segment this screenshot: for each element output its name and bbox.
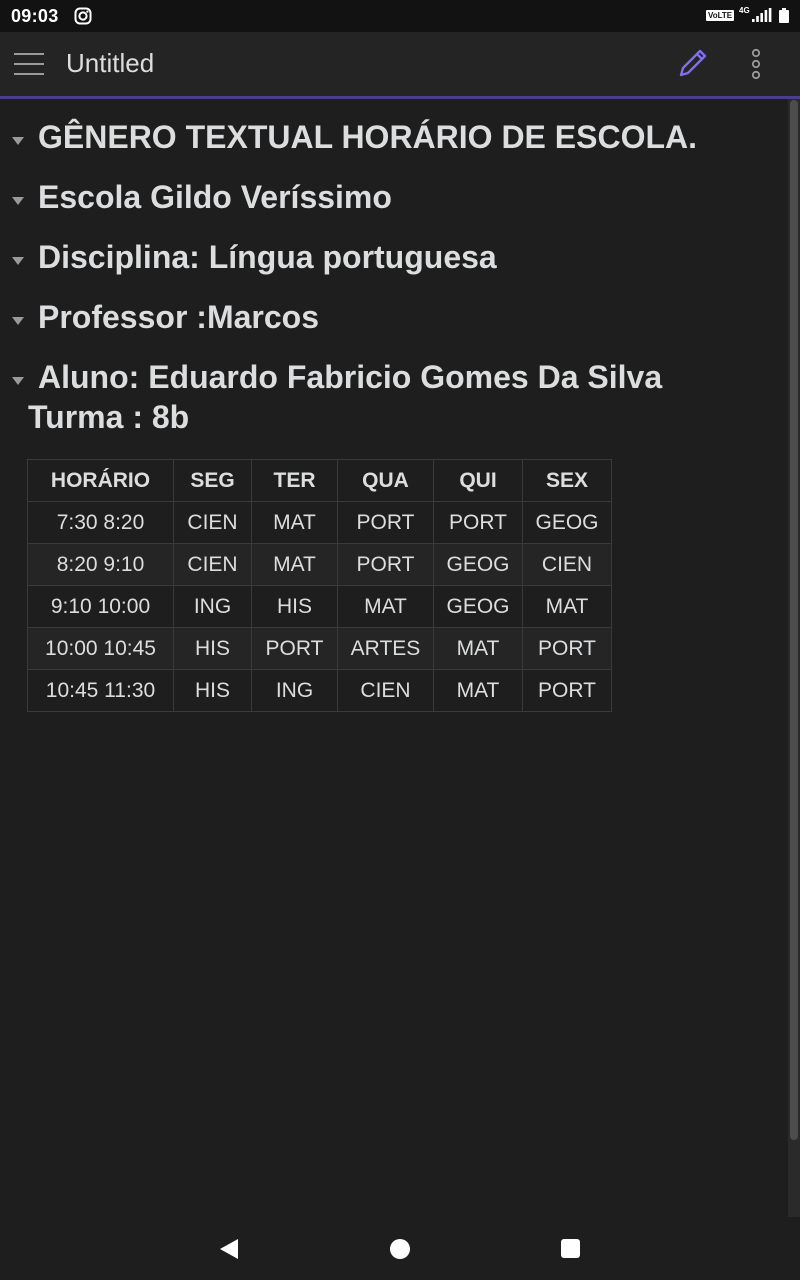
- table-cell: MAT: [251, 543, 338, 586]
- header-cell: HORÁRIO: [27, 459, 174, 502]
- table-cell: ARTES: [337, 627, 434, 670]
- status-bar: 09:03 VoLTE 4G: [0, 0, 800, 32]
- schedule-table: HORÁRIO SEG TER QUA QUI SEX 7:30 8:20 CI…: [27, 459, 612, 712]
- table-header-row: HORÁRIO SEG TER QUA QUI SEX: [27, 459, 612, 502]
- home-icon[interactable]: [390, 1239, 410, 1259]
- hamburger-menu-icon[interactable]: [14, 52, 44, 76]
- table-row: 10:45 11:30 HIS ING CIEN MAT PORT: [27, 669, 612, 712]
- battery-icon: [779, 8, 789, 23]
- table-row: 8:20 9:10 CIEN MAT PORT GEOG CIEN: [27, 543, 612, 586]
- table-row: 10:00 10:45 HIS PORT ARTES MAT PORT: [27, 627, 612, 670]
- table-cell: MAT: [433, 627, 523, 670]
- collapse-caret-icon[interactable]: [12, 137, 24, 145]
- table-row: 7:30 8:20 CIEN MAT PORT PORT GEOG: [27, 501, 612, 544]
- table-cell: CIEN: [522, 543, 612, 586]
- table-cell: PORT: [337, 501, 434, 544]
- table-cell: GEOG: [433, 585, 523, 628]
- table-cell: ING: [251, 669, 338, 712]
- heading-school: Escola Gildo Veríssimo: [38, 179, 392, 215]
- header-cell: SEG: [173, 459, 252, 502]
- table-cell: CIEN: [173, 501, 252, 544]
- table-cell: 10:45 11:30: [27, 669, 174, 712]
- scrollbar-thumb[interactable]: [790, 100, 798, 1140]
- heading-genre: GÊNERO TEXTUAL HORÁRIO DE ESCOLA.: [38, 119, 698, 155]
- table-cell: PORT: [433, 501, 523, 544]
- table-cell: PORT: [337, 543, 434, 586]
- table-cell: 8:20 9:10: [27, 543, 174, 586]
- table-cell: GEOG: [522, 501, 612, 544]
- table-cell: ING: [173, 585, 252, 628]
- table-cell: 7:30 8:20: [27, 501, 174, 544]
- table-cell: 10:00 10:45: [27, 627, 174, 670]
- table-cell: MAT: [522, 585, 612, 628]
- system-nav-bar: [0, 1218, 800, 1280]
- class-line: Turma : 8b: [28, 399, 190, 435]
- table-cell: MAT: [251, 501, 338, 544]
- header-cell: SEX: [522, 459, 612, 502]
- signal-icon: [752, 8, 772, 22]
- collapse-caret-icon[interactable]: [12, 317, 24, 325]
- table-cell: GEOG: [433, 543, 523, 586]
- table-cell: CIEN: [337, 669, 434, 712]
- collapse-caret-icon[interactable]: [12, 197, 24, 205]
- instagram-icon: [74, 7, 92, 25]
- app-bar: Untitled: [0, 32, 800, 99]
- network-type: 4G: [739, 6, 750, 15]
- table-cell: PORT: [522, 627, 612, 670]
- table-cell: HIS: [173, 669, 252, 712]
- table-cell: 9:10 10:00: [27, 585, 174, 628]
- table-cell: MAT: [337, 585, 434, 628]
- table-cell: HIS: [251, 585, 338, 628]
- table-cell: CIEN: [173, 543, 252, 586]
- note-title[interactable]: Untitled: [66, 48, 154, 79]
- collapse-caret-icon[interactable]: [12, 257, 24, 265]
- table-cell: MAT: [433, 669, 523, 712]
- heading-teacher: Professor :Marcos: [38, 299, 319, 335]
- collapse-caret-icon[interactable]: [12, 377, 24, 385]
- header-cell: QUA: [337, 459, 434, 502]
- back-icon[interactable]: [219, 1238, 239, 1260]
- heading-subject: Disciplina: Língua portuguesa: [38, 239, 497, 275]
- header-cell: QUI: [433, 459, 523, 502]
- heading-student: Aluno: Eduardo Fabricio Gomes Da Silva: [38, 359, 663, 395]
- table-cell: PORT: [522, 669, 612, 712]
- more-vert-icon[interactable]: [746, 48, 766, 80]
- recents-icon[interactable]: [561, 1239, 580, 1258]
- table-cell: PORT: [251, 627, 338, 670]
- table-row: 9:10 10:00 ING HIS MAT GEOG MAT: [27, 585, 612, 628]
- volte-badge: VoLTE: [706, 10, 735, 21]
- pencil-edit-icon[interactable]: [676, 46, 710, 80]
- header-cell: TER: [251, 459, 338, 502]
- table-cell: HIS: [173, 627, 252, 670]
- status-time: 09:03: [11, 6, 59, 26]
